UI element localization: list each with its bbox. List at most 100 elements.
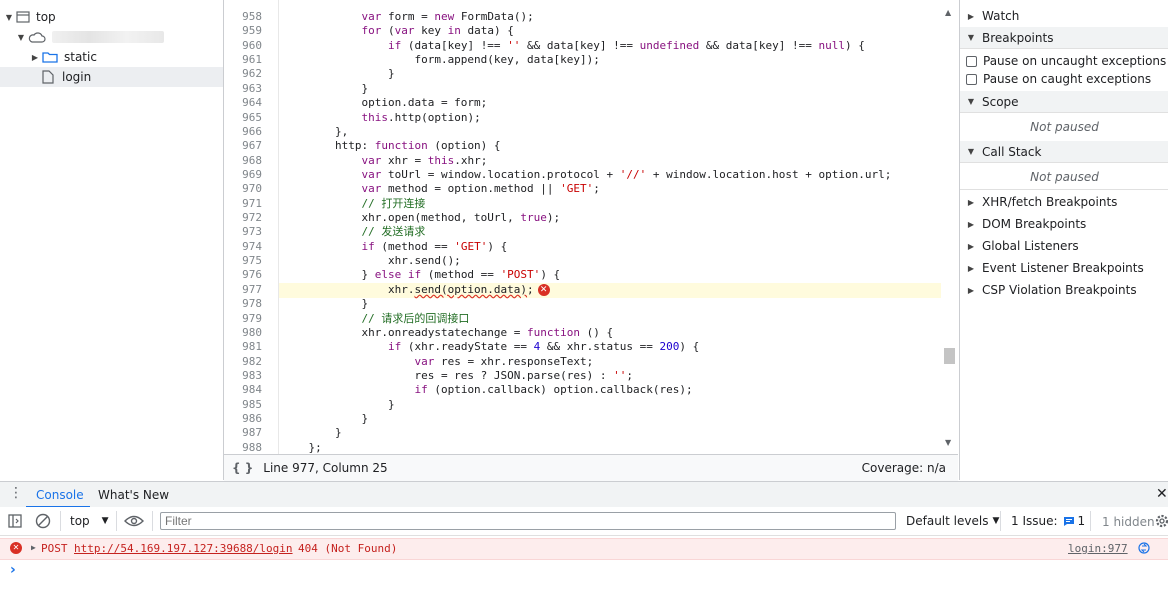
code-line: } — [282, 297, 369, 311]
code-line: // 请求后的回调接口 — [361, 311, 470, 325]
code-line: }; — [282, 440, 322, 454]
line-number[interactable]: 961 — [224, 53, 262, 67]
section-watch[interactable]: ▶ Watch — [960, 5, 1168, 27]
log-levels-dropdown[interactable]: Default levels ▼ — [906, 511, 999, 531]
line-number[interactable]: 976 — [224, 268, 262, 282]
expand-down-icon[interactable]: ▼ — [16, 33, 26, 42]
line-number[interactable]: 975 — [224, 254, 262, 268]
pause-uncaught-checkbox[interactable] — [966, 55, 977, 67]
line-number[interactable]: 968 — [224, 154, 262, 168]
expand-right-icon: ▶ — [967, 263, 975, 273]
clear-console-icon[interactable] — [35, 513, 51, 529]
line-number[interactable]: 984 — [224, 383, 262, 397]
sidebar-toggle-icon[interactable] — [8, 514, 22, 528]
section-label: Scope — [982, 94, 1019, 109]
line-number[interactable]: 965 — [224, 111, 262, 125]
line-number[interactable]: 962 — [224, 67, 262, 81]
request-method: POST — [41, 542, 68, 555]
line-number[interactable]: 958 — [224, 10, 262, 24]
expand-down-icon: ▼ — [967, 33, 975, 42]
line-number[interactable]: 986 — [224, 412, 262, 426]
debugger-sidebar: ▶ Watch ▼ Breakpoints Pause on uncaught … — [959, 0, 1168, 480]
line-number[interactable]: 971 — [224, 197, 262, 211]
line-number[interactable]: 960 — [224, 39, 262, 53]
eye-icon[interactable] — [124, 515, 144, 527]
line-number[interactable]: 963 — [224, 82, 262, 96]
pause-caught-checkbox[interactable] — [966, 73, 977, 85]
context-selector[interactable]: top ▼ — [64, 511, 109, 531]
line-number[interactable]: 980 — [224, 326, 262, 340]
line-number[interactable]: 970 — [224, 182, 262, 196]
tree-item-login[interactable]: login — [0, 67, 223, 87]
context-label: top — [70, 514, 90, 528]
code-line: var xhr = this.xhr; — [361, 153, 488, 167]
tree-item-domain[interactable]: ▼ — [0, 27, 223, 47]
toolbar-divider — [1000, 511, 1001, 531]
tab-whats-new[interactable]: What's New — [92, 482, 172, 508]
section-csp-violation-breakpoints[interactable]: ▶ CSP Violation Breakpoints — [960, 279, 1168, 301]
expand-right-icon[interactable]: ▶ — [31, 543, 36, 552]
section-breakpoints[interactable]: ▼ Breakpoints — [960, 27, 1168, 49]
pause-caught-option[interactable]: Pause on caught exceptions — [960, 68, 1168, 90]
line-number[interactable]: 973 — [224, 225, 262, 239]
issue-chat-icon — [1063, 516, 1074, 526]
scrollbar-thumb[interactable] — [944, 348, 955, 364]
line-number[interactable]: 981 — [224, 340, 262, 354]
close-drawer-icon[interactable]: ✕ — [1156, 486, 1168, 502]
source-editor[interactable]: 958 959 960 961 962 963 964 965 966 967 968 969 970 9… — [224, 0, 958, 454]
issues-counter[interactable]: 1 Issue: 1 — [1011, 511, 1085, 531]
gear-icon[interactable] — [1154, 513, 1168, 529]
section-global-listeners[interactable]: ▶ Global Listeners — [960, 235, 1168, 257]
section-label: Watch — [982, 9, 1020, 23]
line-number[interactable]: 983 — [224, 369, 262, 383]
section-xhr-breakpoints[interactable]: ▶ XHR/fetch Breakpoints — [960, 191, 1168, 213]
tree-item-top[interactable]: ▼ top — [0, 7, 223, 27]
pretty-print-braces-icon[interactable]: { } — [232, 461, 253, 475]
tree-item-label: login — [62, 70, 92, 84]
editor-status-bar: { } Line 977, Column 25 Coverage: n/a — [224, 454, 958, 481]
line-number[interactable]: 967 — [224, 139, 262, 153]
line-number[interactable]: 977 — [224, 283, 262, 297]
toolbar-divider — [116, 511, 117, 531]
console-filter-input[interactable] — [160, 512, 896, 530]
line-number[interactable]: 972 — [224, 211, 262, 225]
tree-item-static[interactable]: ▶ static — [0, 47, 223, 67]
line-number[interactable]: 959 — [224, 24, 262, 38]
toolbar-divider — [152, 511, 153, 531]
line-number[interactable]: 982 — [224, 355, 262, 369]
line-number[interactable]: 969 — [224, 168, 262, 182]
issues-count: 1 — [1077, 514, 1086, 528]
file-navigator: ▼ top ▼ ▶ static login — [0, 0, 224, 480]
line-number[interactable]: 979 — [224, 312, 262, 326]
line-number[interactable]: 974 — [224, 240, 262, 254]
cursor-position: Line 977, Column 25 — [263, 461, 388, 475]
section-scope[interactable]: ▼ Scope — [960, 91, 1168, 113]
expand-right-icon: ▶ — [967, 219, 975, 229]
line-number[interactable]: 978 — [224, 297, 262, 311]
section-event-listener-breakpoints[interactable]: ▶ Event Listener Breakpoints — [960, 257, 1168, 279]
network-request-icon[interactable] — [1138, 542, 1150, 554]
line-number[interactable]: 985 — [224, 398, 262, 412]
line-gutter: 958 959 960 961 962 963 964 965 966 967 968 969 970 9… — [224, 0, 279, 454]
more-tools-icon[interactable]: ⋮ — [9, 486, 23, 500]
tab-console[interactable]: Console — [26, 482, 90, 508]
console-error-message[interactable]: ✕ ▶ POST http://54.169.197.127:39688/log… — [0, 538, 1168, 560]
scroll-down-icon[interactable]: ▼ — [945, 438, 951, 447]
console-prompt-icon[interactable]: › — [10, 562, 16, 578]
line-number[interactable]: 964 — [224, 96, 262, 110]
editor-scrollbar[interactable]: ▲ ▼ — [941, 0, 958, 454]
code-line: if (xhr.readyState == 4 && xhr.status ==… — [387, 340, 700, 354]
request-url-link[interactable]: http://54.169.197.127:39688/login — [74, 542, 293, 555]
source-location-link[interactable]: login:977 — [1068, 542, 1128, 555]
code-line: } else if (method == 'POST') { — [282, 268, 561, 282]
expand-right-icon[interactable]: ▶ — [30, 53, 40, 62]
scroll-up-icon[interactable]: ▲ — [945, 8, 951, 17]
line-number[interactable]: 966 — [224, 125, 262, 139]
section-dom-breakpoints[interactable]: ▶ DOM Breakpoints — [960, 213, 1168, 235]
line-number[interactable]: 987 — [224, 426, 262, 440]
expand-right-icon: ▶ — [967, 11, 975, 21]
line-number[interactable]: 988 — [224, 441, 262, 454]
code-line: // 发送请求 — [361, 225, 426, 239]
expand-down-icon[interactable]: ▼ — [4, 13, 14, 22]
section-call-stack[interactable]: ▼ Call Stack — [960, 141, 1168, 163]
